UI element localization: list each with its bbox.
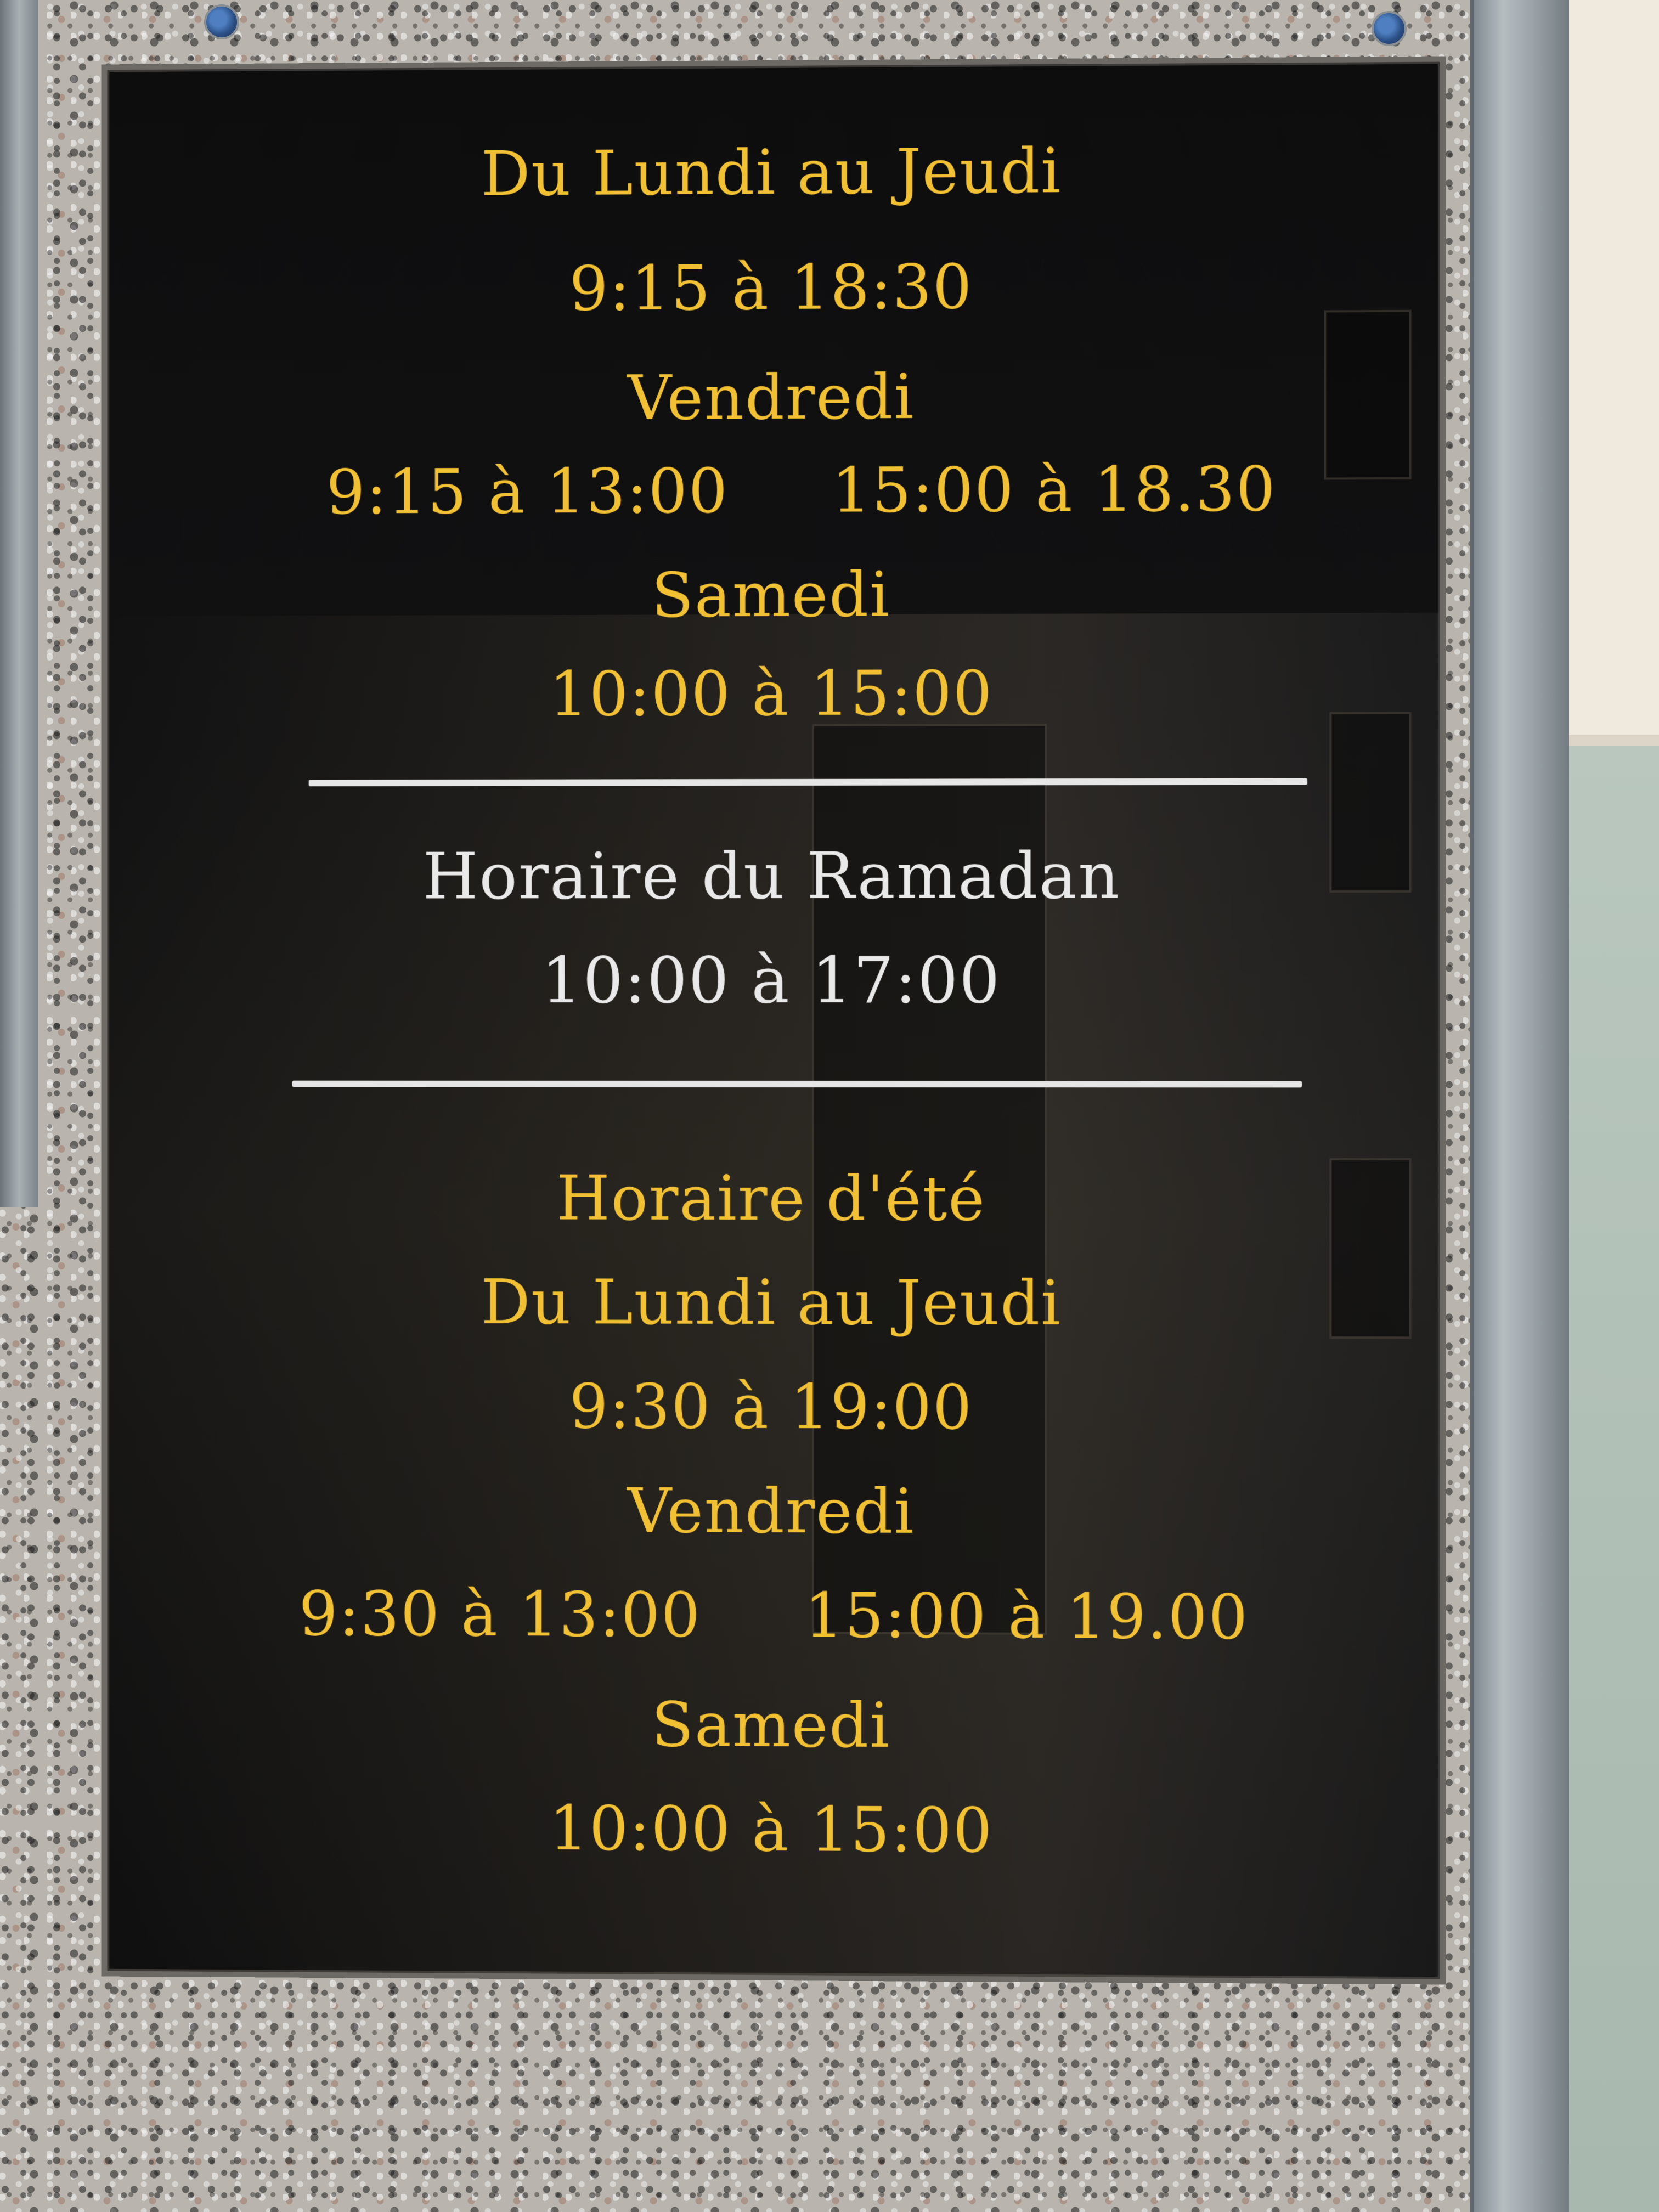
ramadan-title: Horaire du Ramadan [422, 839, 1121, 914]
regular-weekdays-label: Du Lundi au Jeudi [481, 136, 1062, 210]
screw-top-left [204, 4, 239, 40]
regular-friday-label: Vendredi [627, 361, 915, 434]
regular-friday-afternoon: 15:00 à 18.30 [832, 453, 1277, 527]
ramadan-hours: 10:00 à 17:00 [541, 943, 1001, 1018]
regular-saturday-hours: 10:00 à 15:00 [549, 658, 994, 730]
summer-title: Horaire d'été [556, 1163, 986, 1235]
screw-top-right [1372, 11, 1407, 46]
regular-friday-morning: 9:15 à 13:00 [326, 455, 729, 528]
regular-weekdays-hours: 9:15 à 18:30 [569, 251, 973, 325]
summer-weekdays-hours: 9:30 à 19:00 [569, 1371, 973, 1443]
summer-weekdays-label: Du Lundi au Jeudi [481, 1267, 1062, 1340]
cream-wall [1569, 0, 1659, 746]
opening-hours-plaque: Du Lundi au Jeudi 9:15 à 18:30 Vendredi … [101, 56, 1446, 1985]
summer-friday-afternoon: 15:00 à 19.00 [804, 1580, 1249, 1654]
summer-friday-morning: 9:30 à 13:00 [298, 1578, 702, 1651]
right-metal-frame [1470, 0, 1572, 2212]
summer-friday-label: Vendredi [627, 1475, 915, 1548]
left-metal-frame [0, 0, 38, 1207]
regular-saturday-label: Samedi [651, 559, 890, 631]
summer-saturday-hours: 10:00 à 15:00 [549, 1793, 994, 1867]
summer-saturday-label: Samedi [651, 1689, 890, 1762]
divider-line [292, 1080, 1302, 1088]
green-glass-panel [1569, 746, 1659, 2212]
